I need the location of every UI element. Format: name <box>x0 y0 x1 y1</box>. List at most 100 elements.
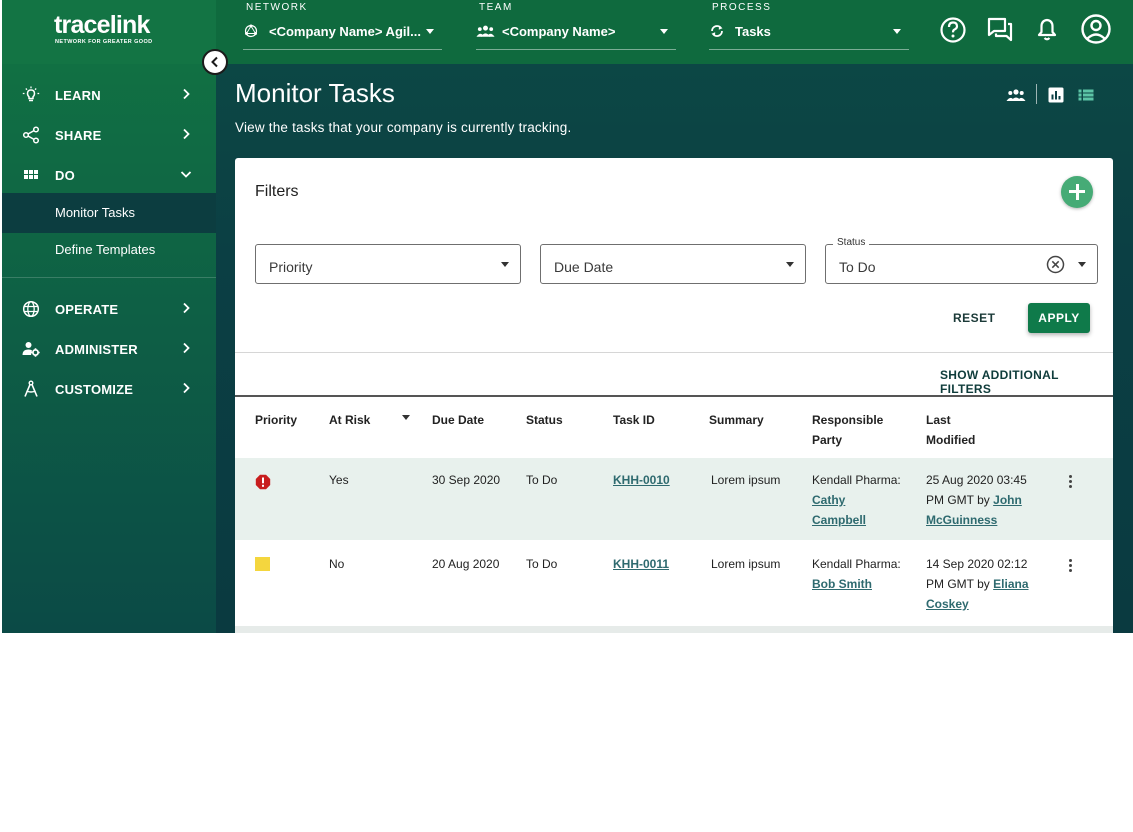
status-value: To Do <box>839 259 876 275</box>
status-select[interactable]: Status To Do <box>825 237 1098 284</box>
row-menu-icon[interactable] <box>1069 559 1073 573</box>
sidebar-item-learn[interactable]: LEARN <box>2 77 216 113</box>
modifier-link[interactable]: Coskey <box>926 597 969 611</box>
view-divider <box>1036 84 1037 104</box>
sidebar-divider <box>2 277 216 278</box>
column-header-line: Party <box>812 433 843 447</box>
sidebar-item-administer[interactable]: ADMINISTER <box>2 331 216 367</box>
list-view-icon[interactable] <box>1077 86 1095 104</box>
due-date-cell: 20 Aug 2020 <box>432 557 500 571</box>
chevron-right-icon <box>183 342 190 354</box>
page-title: Monitor Tasks <box>235 78 395 108</box>
sidebar-item-label: ADMINISTER <box>55 342 138 357</box>
column-header-summary[interactable]: Summary <box>709 410 764 430</box>
chevron-right-icon <box>183 128 190 140</box>
process-value: Tasks <box>735 24 771 39</box>
network-select[interactable]: NETWORK <Company Name> Agil... <box>243 0 442 50</box>
due-date-select[interactable]: Due Date <box>540 244 806 284</box>
chart-view-icon[interactable] <box>1047 86 1065 104</box>
people-view-icon[interactable] <box>1006 86 1026 104</box>
table-row[interactable]: Yes 30 Sep 2020 To Do KHH-0010 Lorem ips… <box>235 458 1113 540</box>
responsible-party-cell: Kendall Pharma: Bob Smith <box>812 554 901 594</box>
top-header: tracelink NETWORK FOR GREATER GOOD NETWO… <box>2 0 1133 64</box>
chat-icon[interactable] <box>986 14 1014 44</box>
notification-bell-icon[interactable] <box>1033 14 1061 44</box>
process-select[interactable]: PROCESS Tasks <box>709 0 909 50</box>
sidebar-item-label: CUSTOMIZE <box>55 382 134 397</box>
sort-caret-icon[interactable] <box>402 415 410 420</box>
network-label: NETWORK <box>246 2 308 13</box>
due-date-placeholder: Due Date <box>554 259 614 275</box>
sidebar-item-share[interactable]: SHARE <box>2 117 216 153</box>
status-cell: To Do <box>526 473 558 487</box>
table-top-border <box>235 395 1113 397</box>
apply-button[interactable]: APPLY <box>1028 303 1090 333</box>
app-window: tracelink NETWORK FOR GREATER GOOD NETWO… <box>2 0 1133 633</box>
page-subtitle: View the tasks that your company is curr… <box>235 120 572 135</box>
account-icon[interactable] <box>1080 14 1112 44</box>
sidebar-subitem-define-templates[interactable]: Define Templates <box>2 230 216 270</box>
modifier-link[interactable]: McGuinness <box>926 513 997 527</box>
column-header-task-id[interactable]: Task ID <box>613 410 655 430</box>
filters-title: Filters <box>255 183 299 200</box>
chevron-right-icon <box>183 302 190 314</box>
sidebar-item-do[interactable]: DO <box>2 157 216 193</box>
priority-placeholder: Priority <box>269 259 313 275</box>
sidebar-subitem-label: Monitor Tasks <box>55 205 135 220</box>
chevron-down-icon <box>660 29 668 34</box>
sync-icon <box>711 25 723 37</box>
party-org: Kendall Pharma: <box>812 557 901 571</box>
column-header-status[interactable]: Status <box>526 410 563 430</box>
clear-icon[interactable] <box>1046 255 1065 274</box>
chevron-down-icon <box>426 29 434 34</box>
last-modified-cell: 14 Sep 2020 02:12 PM GMT by Eliana Coske… <box>926 554 1029 614</box>
row-menu-icon[interactable] <box>1069 475 1073 489</box>
collapse-sidebar-button[interactable] <box>202 49 228 75</box>
add-filter-button[interactable] <box>1061 176 1093 208</box>
sidebar-item-label: DO <box>55 168 75 183</box>
column-header-responsible-party[interactable]: Responsible Party <box>812 410 883 450</box>
chevron-down-icon <box>1078 262 1086 267</box>
sidebar-subitem-monitor-tasks[interactable]: Monitor Tasks <box>2 193 216 233</box>
user-gear-icon <box>22 342 40 357</box>
brand-logo[interactable]: tracelink NETWORK FOR GREATER GOOD <box>2 0 216 64</box>
sidebar-nav: LEARN SHARE DO Monitor Tasks Define Temp… <box>2 64 216 633</box>
modified-date: 14 Sep 2020 02:12 <box>926 557 1028 571</box>
network-value: <Company Name> Agil... <box>269 24 421 39</box>
priority-select[interactable]: Priority <box>255 244 521 284</box>
brand-tagline: NETWORK FOR GREATER GOOD <box>55 39 153 45</box>
column-header-due-date[interactable]: Due Date <box>432 410 484 430</box>
reset-button[interactable]: RESET <box>953 311 996 325</box>
status-cell: To Do <box>526 557 558 571</box>
column-header-at-risk[interactable]: At Risk <box>329 410 370 430</box>
task-id-link[interactable]: KHH-0010 <box>613 473 670 487</box>
brand-name: tracelink <box>54 11 150 39</box>
table-row[interactable]: No 20 Aug 2020 To Do KHH-0011 Lorem ipsu… <box>235 540 1113 626</box>
chevron-right-icon <box>183 88 190 100</box>
modified-by: PM GMT by <box>926 577 990 591</box>
summary-cell: Lorem ipsum <box>711 557 781 571</box>
chevron-right-icon <box>183 382 190 394</box>
divider <box>235 352 1113 353</box>
show-additional-filters-button[interactable]: SHOW ADDITIONAL FILTERS <box>940 368 1113 396</box>
priority-medium-icon <box>255 557 270 571</box>
grid-icon <box>24 170 38 179</box>
compass-icon <box>24 380 38 397</box>
sidebar-item-customize[interactable]: CUSTOMIZE <box>2 371 216 407</box>
party-user-link[interactable]: Campbell <box>812 513 866 527</box>
chevron-down-icon <box>180 171 192 178</box>
modifier-link[interactable]: John <box>993 493 1022 507</box>
sidebar-item-operate[interactable]: OPERATE <box>2 291 216 327</box>
team-select[interactable]: TEAM <Company Name> <box>476 0 676 50</box>
modified-by: PM GMT by <box>926 493 990 507</box>
column-header-priority[interactable]: Priority <box>255 410 297 430</box>
party-user-link[interactable]: Bob Smith <box>812 577 872 591</box>
task-id-link[interactable]: KHH-0011 <box>613 557 669 571</box>
modifier-link[interactable]: Eliana <box>993 577 1028 591</box>
column-header-last-modified[interactable]: Last Modified <box>926 410 975 450</box>
party-org: Kendall Pharma: <box>812 473 901 487</box>
party-user-link[interactable]: Cathy <box>812 493 845 507</box>
help-icon[interactable] <box>939 14 967 44</box>
status-label: Status <box>833 237 870 248</box>
at-risk-cell: No <box>329 557 345 571</box>
